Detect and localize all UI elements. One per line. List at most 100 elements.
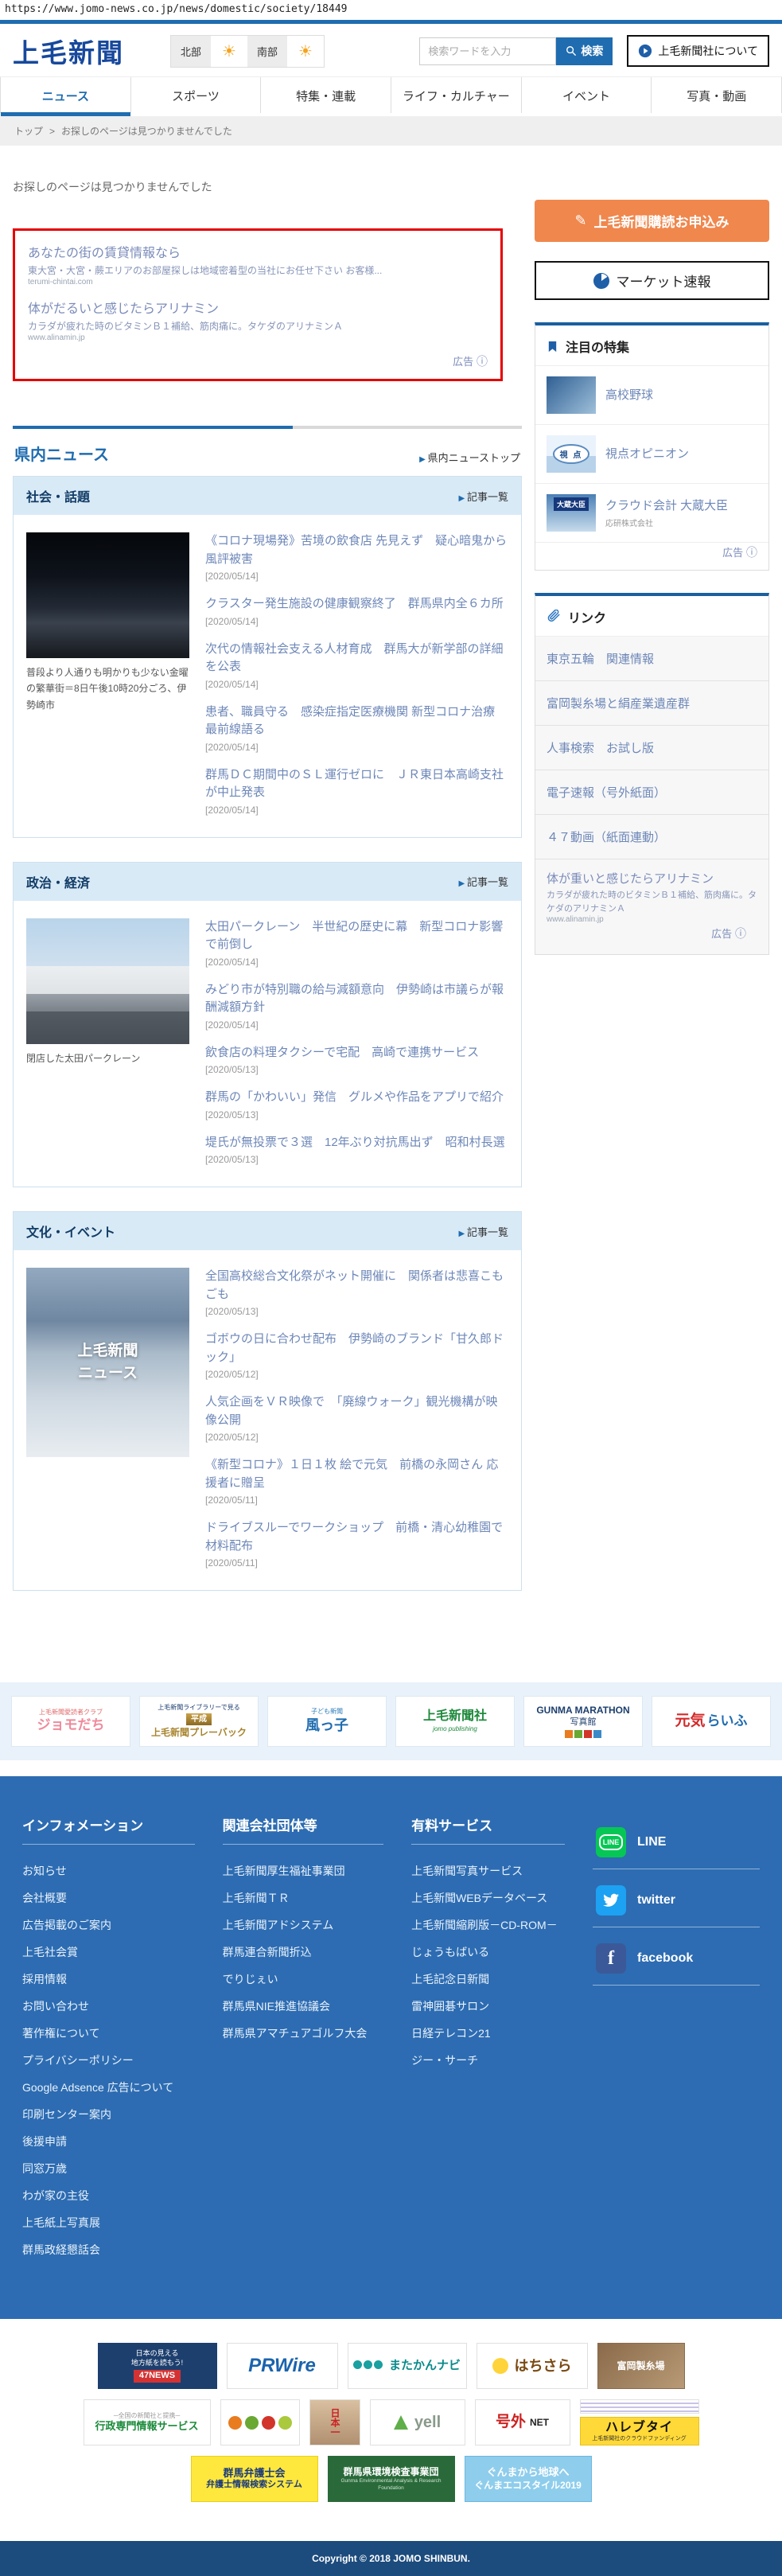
footer-link[interactable]: 上毛紙上写真展 <box>22 2216 100 2229</box>
footer-link[interactable]: 印刷センター案内 <box>22 2108 111 2121</box>
footer-link[interactable]: 群馬連合新聞折込 <box>223 1946 312 1958</box>
search-button[interactable]: 検索 <box>556 37 613 65</box>
article-link[interactable]: 患者、職員守る 感染症指定医療機関 新型コロナ治療 最前線語る <box>205 705 495 737</box>
footer-link[interactable]: 雷神囲碁サロン <box>411 2000 489 2013</box>
footer-link[interactable]: 上毛新聞縮刷版－CD-ROM－ <box>411 1919 558 1931</box>
banner-tomioka-silk-mill[interactable]: 富岡製糸場 <box>597 2343 685 2389</box>
footer-link[interactable]: 日経テレコン21 <box>411 2027 491 2040</box>
banner-nihonichi[interactable]: 日本一 <box>309 2399 360 2445</box>
banner-genki-life[interactable]: 元気 らいふ <box>652 1696 771 1747</box>
footer-link[interactable]: 上毛社会賞 <box>22 1946 78 1958</box>
article-link[interactable]: 太田パークレーン 半世紀の歴史に幕 新型コロナ影響で前倒し <box>205 920 503 952</box>
footer-link[interactable]: 上毛新聞アドシステム <box>223 1919 334 1931</box>
banner-gyosei-journal[interactable]: ─全国の新聞社と提携─ 行政専門情報サービス <box>83 2399 211 2445</box>
banner-yell[interactable]: yell <box>369 2399 465 2445</box>
footer-link[interactable]: お知らせ <box>22 1865 67 1877</box>
market-report-button[interactable]: マーケット速報 <box>535 261 769 300</box>
banner-jomo-playback[interactable]: 上毛新聞ライブラリーで見る 平成 上毛新聞プレーバック <box>139 1696 259 1747</box>
footer-link[interactable]: わが家の主役 <box>22 2189 89 2202</box>
nav-tab-news[interactable]: ニュース <box>0 77 131 116</box>
footer-link[interactable]: 上毛記念日新聞 <box>411 1973 489 1986</box>
adchoices-label[interactable]: 広告 <box>28 353 488 374</box>
adchoices-label[interactable]: 広告 <box>535 543 768 570</box>
nav-tab-sports[interactable]: スポーツ <box>131 77 262 113</box>
footer-link[interactable]: Google Adsence 広告について <box>22 2081 173 2094</box>
article-link[interactable]: 《新型コロナ》１日１枚 絵で元気 前橋の永岡さん 応援者に贈呈 <box>205 1458 498 1490</box>
article-link[interactable]: 次代の情報社会支える人材育成 群馬大が新学部の詳細を公表 <box>205 642 504 674</box>
article-link[interactable]: ゴボウの日に合わせ配布 伊勢崎のブランド「甘久郎ドック」 <box>205 1332 504 1364</box>
banner-kazakko[interactable]: 子ども新聞 風っ子 <box>267 1696 387 1747</box>
breadcrumb-home[interactable]: トップ <box>14 126 43 137</box>
feature-item-cloud-accounting-ad[interactable]: 大蔵大臣 クラウド会計 大蔵大臣 応研株式会社 <box>535 484 768 543</box>
link-item-tomioka-silk-mill[interactable]: 富岡製糸場と絹産業遺産群 <box>535 681 768 726</box>
feature-item-shiten-opinion[interactable]: 視 点 視点オピニオン <box>535 425 768 484</box>
nav-tab-photo-video[interactable]: 写真・動画 <box>652 77 782 113</box>
adchoices-label[interactable]: 広告 <box>547 924 757 951</box>
footer-link[interactable]: 後援申請 <box>22 2135 67 2148</box>
article-list-link[interactable]: 記事一覧 <box>459 1224 508 1239</box>
footer-link[interactable]: ジー・サーチ <box>411 2054 478 2067</box>
footer-link[interactable]: 上毛新聞写真サービス <box>411 1865 523 1877</box>
article-link[interactable]: 群馬ＤＣ期間中のＳＬ運行ゼロに ＪＲ東日本高崎支社が中止発表 <box>205 768 504 800</box>
article-photo-bowling-alley[interactable] <box>26 918 189 1044</box>
banner-jomo-publishing[interactable]: 上毛新聞社 jomo publishing <box>395 1696 515 1747</box>
article-photo-night-street[interactable] <box>26 532 189 658</box>
banner-gunma-eco-style[interactable]: ぐんまから地球へ ぐんまエコスタイル2019 <box>464 2456 592 2502</box>
nav-tab-life-culture[interactable]: ライフ・カルチャー <box>391 77 522 113</box>
banner-matakan-navi[interactable]: またかんナビ <box>347 2343 467 2389</box>
footer-link[interactable]: 群馬県NIE推進協議会 <box>223 2000 330 2013</box>
footer-link[interactable]: 群馬政経懇話会 <box>22 2243 100 2256</box>
article-link[interactable]: ドライブスルーでワークショップ 前橋・清心幼稚園で材料配布 <box>205 1521 503 1553</box>
banner-47news[interactable]: 日本の見える 地方紙を読もう! 47NEWS <box>97 2343 217 2389</box>
footer-link[interactable]: 採用情報 <box>22 1973 67 1986</box>
banner-gunma-environmental-foundation[interactable]: 群馬県環境検査事業団 Gunma Environmental Analysis … <box>327 2456 455 2502</box>
article-list-link[interactable]: 記事一覧 <box>459 489 508 504</box>
footer-link[interactable]: 同窓万歳 <box>22 2162 67 2175</box>
ad-title-link[interactable]: 体が重いと感じたらアリナミン <box>547 870 757 887</box>
article-link[interactable]: 群馬の「かわいい」発信 グルメや作品をアプリで紹介 <box>205 1090 504 1104</box>
article-link[interactable]: みどり市が特別職の給与減額意向 伊勢崎は市議らが報酬減額方針 <box>205 983 504 1015</box>
banner-food-circles[interactable] <box>220 2399 300 2445</box>
about-company-button[interactable]: 上毛新聞社について <box>627 35 769 67</box>
footer-link[interactable]: 上毛新聞厚生福祉事業団 <box>223 1865 345 1877</box>
footer-link[interactable]: じょうもばいる <box>411 1946 489 1958</box>
site-logo[interactable]: 上毛新聞 <box>13 32 124 70</box>
article-link[interactable]: 人気企画をＶＲ映像で 「廃線ウォーク」観光機構が映像公開 <box>205 1395 498 1427</box>
kennai-top-link[interactable]: 県内ニューストップ <box>419 450 520 465</box>
banner-jomodachi[interactable]: 上毛新聞愛読者クラブ ジョモだち <box>11 1696 130 1747</box>
search-input[interactable] <box>419 37 557 65</box>
link-item-47-douga[interactable]: ４７動画（紙面連動） <box>535 815 768 859</box>
footer-link[interactable]: 会社概要 <box>22 1892 67 1904</box>
ad-title-link[interactable]: 体がだるいと感じたらアリナミン <box>28 298 488 317</box>
article-link[interactable]: 《コロナ現場発》苦境の飲食店 先見えず 疑心暗鬼から風評被害 <box>205 534 507 566</box>
footer-link[interactable]: 広告掲載のご案内 <box>22 1919 111 1931</box>
nav-tab-features[interactable]: 特集・連載 <box>261 77 392 113</box>
banner-gunma-bar-association[interactable]: 群馬弁護士会 弁護士情報検索システム <box>190 2456 318 2502</box>
footer-link[interactable]: でりじぇい <box>223 1973 278 1986</box>
feature-item-koukou-yakyuu[interactable]: 高校野球 <box>535 366 768 425</box>
link-item-jinji-search[interactable]: 人事検索 お試し版 <box>535 726 768 770</box>
article-link[interactable]: 飲食店の料理タクシーで宅配 高崎で連携サービス <box>205 1046 479 1059</box>
banner-harebutai-crowdfunding[interactable]: ハレブタイ 上毛新聞社のクラウドファンディング <box>579 2417 699 2445</box>
footer-link[interactable]: 上毛新聞ＴＲ <box>223 1892 290 1904</box>
banner-prwire[interactable]: PRWire <box>226 2343 338 2389</box>
article-link[interactable]: 堤氏が無投票で３選 12年ぶり対抗馬出ず 昭和村長選 <box>205 1136 505 1149</box>
subscribe-button[interactable]: 上毛新聞購読お申込み <box>535 200 769 242</box>
nav-tab-events[interactable]: イベント <box>522 77 652 113</box>
footer-link[interactable]: 上毛新聞WEBデータベース <box>411 1892 547 1904</box>
social-link-line[interactable]: LINE LINE <box>593 1818 760 1869</box>
social-link-twitter[interactable]: twitter <box>593 1876 760 1927</box>
link-item-tokyo-olympics[interactable]: 東京五輪 関連情報 <box>535 637 768 681</box>
banner-gogai-net[interactable]: 号外 NET <box>474 2399 570 2445</box>
banner-hachisara[interactable]: はちさら <box>476 2343 588 2389</box>
social-link-facebook[interactable]: f facebook <box>593 1934 760 1986</box>
article-link[interactable]: クラスター発生施設の健康観察終了 群馬県内全６カ所 <box>205 597 504 610</box>
footer-link[interactable]: プライバシーポリシー <box>22 2054 134 2067</box>
article-link[interactable]: 全国高校総合文化祭がネット開催に 関係者は悲喜こもごも <box>205 1269 504 1301</box>
footer-link[interactable]: お問い合わせ <box>22 2000 89 2013</box>
footer-link[interactable]: 著作権について <box>22 2027 100 2040</box>
article-list-link[interactable]: 記事一覧 <box>459 874 508 889</box>
banner-small-text-box[interactable] <box>579 2399 699 2414</box>
link-item-denshi-sokuhou[interactable]: 電子速報（号外紙面） <box>535 770 768 815</box>
article-photo-cityscape[interactable]: 上毛新聞ニュース <box>26 1268 189 1457</box>
